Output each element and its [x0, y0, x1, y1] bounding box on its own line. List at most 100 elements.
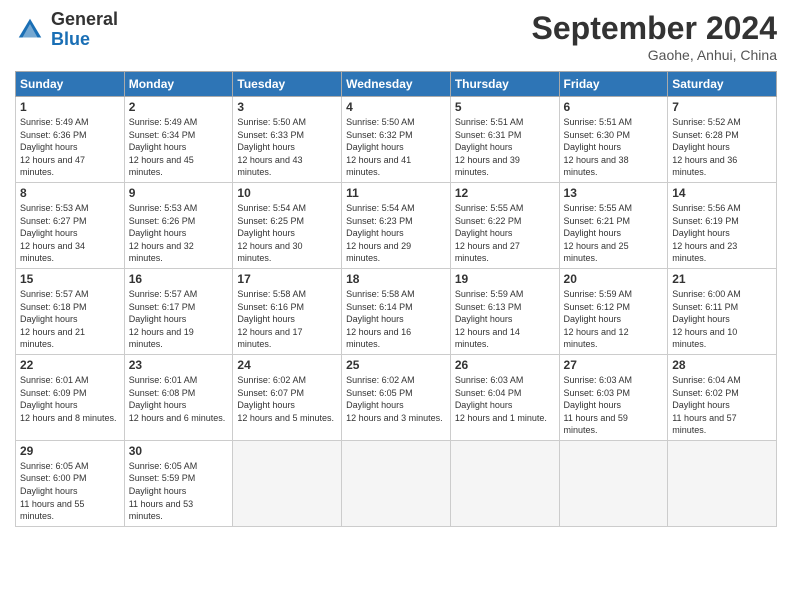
table-row: 5 Sunrise: 5:51 AM Sunset: 6:31 PM Dayli… — [450, 97, 559, 183]
day-number: 17 — [237, 272, 337, 286]
table-row: 24 Sunrise: 6:02 AM Sunset: 6:07 PM Dayl… — [233, 354, 342, 440]
day-number: 26 — [455, 358, 555, 372]
calendar-table: Sunday Monday Tuesday Wednesday Thursday… — [15, 71, 777, 527]
day-number: 7 — [672, 100, 772, 114]
logo: General Blue — [15, 10, 118, 50]
day-info: Sunrise: 5:53 AM Sunset: 6:27 PM Dayligh… — [20, 202, 120, 265]
calendar-week-row: 22 Sunrise: 6:01 AM Sunset: 6:09 PM Dayl… — [16, 354, 777, 440]
month-title: September 2024 — [532, 10, 777, 47]
day-number: 11 — [346, 186, 446, 200]
table-row: 22 Sunrise: 6:01 AM Sunset: 6:09 PM Dayl… — [16, 354, 125, 440]
table-row: 29 Sunrise: 6:05 AM Sunset: 6:00 PM Dayl… — [16, 440, 125, 526]
table-row: 21 Sunrise: 6:00 AM Sunset: 6:11 PM Dayl… — [668, 268, 777, 354]
day-number: 3 — [237, 100, 337, 114]
calendar-week-row: 1 Sunrise: 5:49 AM Sunset: 6:36 PM Dayli… — [16, 97, 777, 183]
day-info: Sunrise: 5:51 AM Sunset: 6:31 PM Dayligh… — [455, 116, 555, 179]
table-row: 23 Sunrise: 6:01 AM Sunset: 6:08 PM Dayl… — [124, 354, 233, 440]
day-info: Sunrise: 5:55 AM Sunset: 6:22 PM Dayligh… — [455, 202, 555, 265]
day-number: 4 — [346, 100, 446, 114]
header-tuesday: Tuesday — [233, 72, 342, 97]
table-row: 12 Sunrise: 5:55 AM Sunset: 6:22 PM Dayl… — [450, 182, 559, 268]
day-info: Sunrise: 6:03 AM Sunset: 6:03 PM Dayligh… — [564, 374, 664, 437]
header-monday: Monday — [124, 72, 233, 97]
calendar-week-row: 8 Sunrise: 5:53 AM Sunset: 6:27 PM Dayli… — [16, 182, 777, 268]
day-info: Sunrise: 5:50 AM Sunset: 6:33 PM Dayligh… — [237, 116, 337, 179]
day-number: 9 — [129, 186, 229, 200]
title-block: September 2024 Gaohe, Anhui, China — [532, 10, 777, 63]
day-info: Sunrise: 5:57 AM Sunset: 6:18 PM Dayligh… — [20, 288, 120, 351]
table-row — [233, 440, 342, 526]
day-info: Sunrise: 5:50 AM Sunset: 6:32 PM Dayligh… — [346, 116, 446, 179]
day-number: 1 — [20, 100, 120, 114]
table-row: 13 Sunrise: 5:55 AM Sunset: 6:21 PM Dayl… — [559, 182, 668, 268]
day-number: 2 — [129, 100, 229, 114]
table-row: 28 Sunrise: 6:04 AM Sunset: 6:02 PM Dayl… — [668, 354, 777, 440]
table-row: 3 Sunrise: 5:50 AM Sunset: 6:33 PM Dayli… — [233, 97, 342, 183]
table-row: 26 Sunrise: 6:03 AM Sunset: 6:04 PM Dayl… — [450, 354, 559, 440]
day-info: Sunrise: 5:58 AM Sunset: 6:14 PM Dayligh… — [346, 288, 446, 351]
day-number: 20 — [564, 272, 664, 286]
day-number: 28 — [672, 358, 772, 372]
logo-general: General — [51, 10, 118, 30]
table-row: 16 Sunrise: 5:57 AM Sunset: 6:17 PM Dayl… — [124, 268, 233, 354]
day-number: 18 — [346, 272, 446, 286]
day-number: 15 — [20, 272, 120, 286]
day-number: 14 — [672, 186, 772, 200]
table-row: 8 Sunrise: 5:53 AM Sunset: 6:27 PM Dayli… — [16, 182, 125, 268]
day-info: Sunrise: 5:49 AM Sunset: 6:34 PM Dayligh… — [129, 116, 229, 179]
table-row: 9 Sunrise: 5:53 AM Sunset: 6:26 PM Dayli… — [124, 182, 233, 268]
day-info: Sunrise: 6:02 AM Sunset: 6:05 PM Dayligh… — [346, 374, 446, 424]
day-info: Sunrise: 5:51 AM Sunset: 6:30 PM Dayligh… — [564, 116, 664, 179]
day-info: Sunrise: 5:56 AM Sunset: 6:19 PM Dayligh… — [672, 202, 772, 265]
day-number: 6 — [564, 100, 664, 114]
day-info: Sunrise: 6:02 AM Sunset: 6:07 PM Dayligh… — [237, 374, 337, 424]
day-number: 23 — [129, 358, 229, 372]
calendar-week-row: 15 Sunrise: 5:57 AM Sunset: 6:18 PM Dayl… — [16, 268, 777, 354]
day-info: Sunrise: 5:58 AM Sunset: 6:16 PM Dayligh… — [237, 288, 337, 351]
day-info: Sunrise: 6:05 AM Sunset: 5:59 PM Dayligh… — [129, 460, 229, 523]
table-row: 7 Sunrise: 5:52 AM Sunset: 6:28 PM Dayli… — [668, 97, 777, 183]
day-number: 30 — [129, 444, 229, 458]
page-container: General Blue September 2024 Gaohe, Anhui… — [0, 0, 792, 612]
day-info: Sunrise: 5:54 AM Sunset: 6:23 PM Dayligh… — [346, 202, 446, 265]
table-row: 6 Sunrise: 5:51 AM Sunset: 6:30 PM Dayli… — [559, 97, 668, 183]
table-row: 15 Sunrise: 5:57 AM Sunset: 6:18 PM Dayl… — [16, 268, 125, 354]
day-number: 22 — [20, 358, 120, 372]
table-row: 17 Sunrise: 5:58 AM Sunset: 6:16 PM Dayl… — [233, 268, 342, 354]
day-number: 29 — [20, 444, 120, 458]
table-row — [450, 440, 559, 526]
table-row: 25 Sunrise: 6:02 AM Sunset: 6:05 PM Dayl… — [342, 354, 451, 440]
day-number: 16 — [129, 272, 229, 286]
table-row: 1 Sunrise: 5:49 AM Sunset: 6:36 PM Dayli… — [16, 97, 125, 183]
day-number: 10 — [237, 186, 337, 200]
day-number: 5 — [455, 100, 555, 114]
day-number: 25 — [346, 358, 446, 372]
logo-text: General Blue — [51, 10, 118, 50]
header-saturday: Saturday — [668, 72, 777, 97]
day-number: 19 — [455, 272, 555, 286]
day-info: Sunrise: 5:57 AM Sunset: 6:17 PM Dayligh… — [129, 288, 229, 351]
table-row: 14 Sunrise: 5:56 AM Sunset: 6:19 PM Dayl… — [668, 182, 777, 268]
day-info: Sunrise: 6:00 AM Sunset: 6:11 PM Dayligh… — [672, 288, 772, 351]
day-info: Sunrise: 5:59 AM Sunset: 6:13 PM Dayligh… — [455, 288, 555, 351]
table-row: 11 Sunrise: 5:54 AM Sunset: 6:23 PM Dayl… — [342, 182, 451, 268]
header: General Blue September 2024 Gaohe, Anhui… — [15, 10, 777, 63]
table-row — [342, 440, 451, 526]
calendar-week-row: 29 Sunrise: 6:05 AM Sunset: 6:00 PM Dayl… — [16, 440, 777, 526]
day-info: Sunrise: 5:53 AM Sunset: 6:26 PM Dayligh… — [129, 202, 229, 265]
day-info: Sunrise: 5:54 AM Sunset: 6:25 PM Dayligh… — [237, 202, 337, 265]
day-number: 27 — [564, 358, 664, 372]
table-row: 10 Sunrise: 5:54 AM Sunset: 6:25 PM Dayl… — [233, 182, 342, 268]
day-info: Sunrise: 5:55 AM Sunset: 6:21 PM Dayligh… — [564, 202, 664, 265]
table-row — [668, 440, 777, 526]
header-friday: Friday — [559, 72, 668, 97]
day-info: Sunrise: 6:04 AM Sunset: 6:02 PM Dayligh… — [672, 374, 772, 437]
day-number: 24 — [237, 358, 337, 372]
day-info: Sunrise: 5:52 AM Sunset: 6:28 PM Dayligh… — [672, 116, 772, 179]
day-number: 13 — [564, 186, 664, 200]
table-row: 4 Sunrise: 5:50 AM Sunset: 6:32 PM Dayli… — [342, 97, 451, 183]
day-info: Sunrise: 5:59 AM Sunset: 6:12 PM Dayligh… — [564, 288, 664, 351]
weekday-header-row: Sunday Monday Tuesday Wednesday Thursday… — [16, 72, 777, 97]
logo-blue: Blue — [51, 30, 118, 50]
header-thursday: Thursday — [450, 72, 559, 97]
